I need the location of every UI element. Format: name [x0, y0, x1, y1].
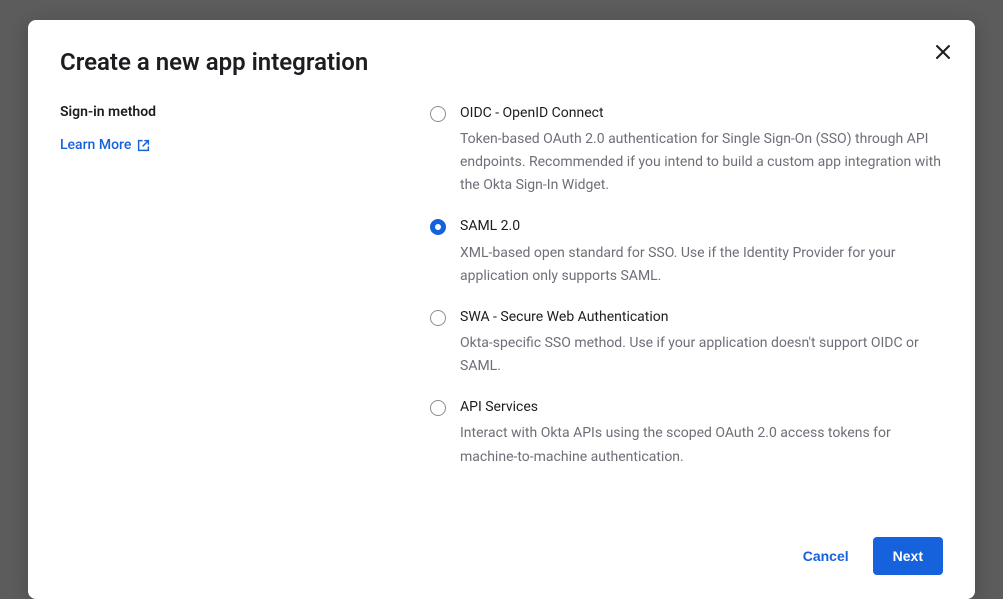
option-title: SWA - Secure Web Authentication — [460, 308, 943, 326]
option-title: OIDC - OpenID Connect — [460, 104, 943, 122]
option-desc: Interact with Okta APIs using the scoped… — [460, 422, 943, 468]
left-column: Sign-in method Learn More — [60, 104, 410, 489]
option-text: API Services Interact with Okta APIs usi… — [460, 398, 943, 468]
radio-indicator — [430, 400, 446, 416]
learn-more-link[interactable]: Learn More — [60, 137, 150, 153]
option-desc: Token-based OAuth 2.0 authentication for… — [460, 128, 943, 197]
create-app-integration-modal: Create a new app integration Sign-in met… — [28, 20, 975, 599]
option-text: SAML 2.0 XML-based open standard for SSO… — [460, 217, 943, 287]
radio-indicator — [430, 219, 446, 235]
radio-indicator — [430, 310, 446, 326]
radio-option-swa[interactable]: SWA - Secure Web Authentication Okta-spe… — [430, 308, 943, 378]
close-button[interactable] — [929, 38, 957, 66]
learn-more-text: Learn More — [60, 137, 131, 153]
radio-indicator — [430, 106, 446, 122]
options-column: OIDC - OpenID Connect Token-based OAuth … — [430, 104, 943, 489]
option-text: OIDC - OpenID Connect Token-based OAuth … — [460, 104, 943, 197]
close-icon — [935, 44, 951, 60]
option-desc: Okta-specific SSO method. Use if your ap… — [460, 332, 943, 378]
next-button[interactable]: Next — [873, 537, 943, 575]
radio-option-api-services[interactable]: API Services Interact with Okta APIs usi… — [430, 398, 943, 468]
radio-option-saml[interactable]: SAML 2.0 XML-based open standard for SSO… — [430, 217, 943, 287]
option-text: SWA - Secure Web Authentication Okta-spe… — [460, 308, 943, 378]
option-title: SAML 2.0 — [460, 217, 943, 235]
section-label: Sign-in method — [60, 104, 410, 120]
external-link-icon — [137, 139, 150, 152]
modal-content: Sign-in method Learn More OIDC - OpenID … — [60, 104, 943, 489]
cancel-button[interactable]: Cancel — [803, 548, 849, 564]
radio-option-oidc[interactable]: OIDC - OpenID Connect Token-based OAuth … — [430, 104, 943, 197]
modal-footer: Cancel Next — [60, 537, 943, 575]
option-desc: XML-based open standard for SSO. Use if … — [460, 242, 943, 288]
option-title: API Services — [460, 398, 943, 416]
modal-title: Create a new app integration — [60, 48, 943, 76]
